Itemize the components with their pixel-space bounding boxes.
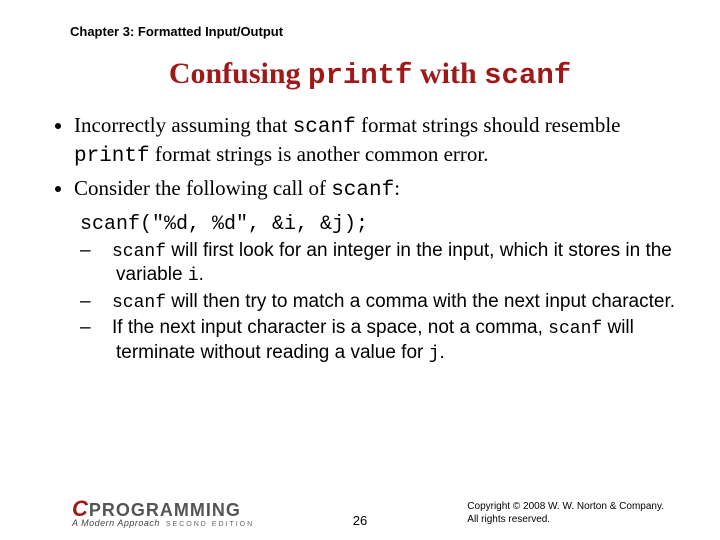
copyright: Copyright © 2008 W. W. Norton & Company.… (467, 500, 664, 526)
bullet-1: Incorrectly assuming that scanf format s… (74, 112, 678, 171)
text: will then try to match a comma with the … (166, 291, 675, 312)
text: If the next input character is a space, … (112, 317, 548, 338)
text: format strings is another common error. (150, 142, 489, 166)
sub-bullets: –scanf will first look for an integer in… (98, 239, 678, 366)
text: format strings should resemble (356, 113, 621, 137)
copyright-line1: Copyright © 2008 W. W. Norton & Company. (467, 500, 664, 513)
book-logo: CPROGRAMMING A Modern Approach SECOND EDI… (72, 499, 254, 528)
logo-subtitle: A Modern Approach SECOND EDITION (72, 519, 254, 528)
footer: CPROGRAMMING A Modern Approach SECOND EDI… (0, 499, 720, 528)
bullet-2: Consider the following call of scanf: (74, 175, 678, 204)
title-pre: Confusing (169, 57, 308, 90)
text: : (394, 176, 400, 200)
title-code-scanf: scanf (484, 59, 571, 92)
dash-icon: – (98, 290, 112, 314)
title-mid: with (412, 57, 484, 90)
sub-3: –If the next input character is a space,… (98, 316, 678, 365)
content-area: Incorrectly assuming that scanf format s… (42, 112, 678, 365)
code-i: i (188, 266, 199, 286)
copyright-line2: All rights reserved. (467, 513, 664, 526)
text: . (439, 342, 444, 363)
code-example: scanf("%d, %d", &i, &j); (80, 212, 678, 237)
logo-edition: SECOND EDITION (166, 521, 254, 528)
dash-icon: – (98, 239, 112, 263)
code-printf: printf (74, 145, 150, 168)
logo-sub-text: A Modern Approach (72, 518, 160, 528)
code-scanf: scanf (548, 319, 602, 339)
title-code-printf: printf (308, 59, 412, 92)
chapter-label: Chapter 3: Formatted Input/Output (70, 24, 678, 39)
slide-title: Confusing printf with scanf (62, 57, 678, 92)
sub-2: –scanf will then try to match a comma wi… (98, 290, 678, 315)
main-bullets: Incorrectly assuming that scanf format s… (48, 112, 678, 204)
code-scanf: scanf (331, 179, 394, 202)
sub-1: –scanf will first look for an integer in… (98, 239, 678, 288)
code-scanf: scanf (293, 116, 356, 139)
logo-main: CPROGRAMMING (72, 499, 254, 519)
page-number: 26 (353, 513, 367, 528)
code-j: j (429, 344, 440, 364)
dash-icon: – (98, 316, 112, 340)
text: Consider the following call of (74, 176, 331, 200)
code-scanf: scanf (112, 242, 166, 262)
code-scanf: scanf (112, 293, 166, 313)
text: Incorrectly assuming that (74, 113, 293, 137)
text: . (199, 264, 204, 285)
